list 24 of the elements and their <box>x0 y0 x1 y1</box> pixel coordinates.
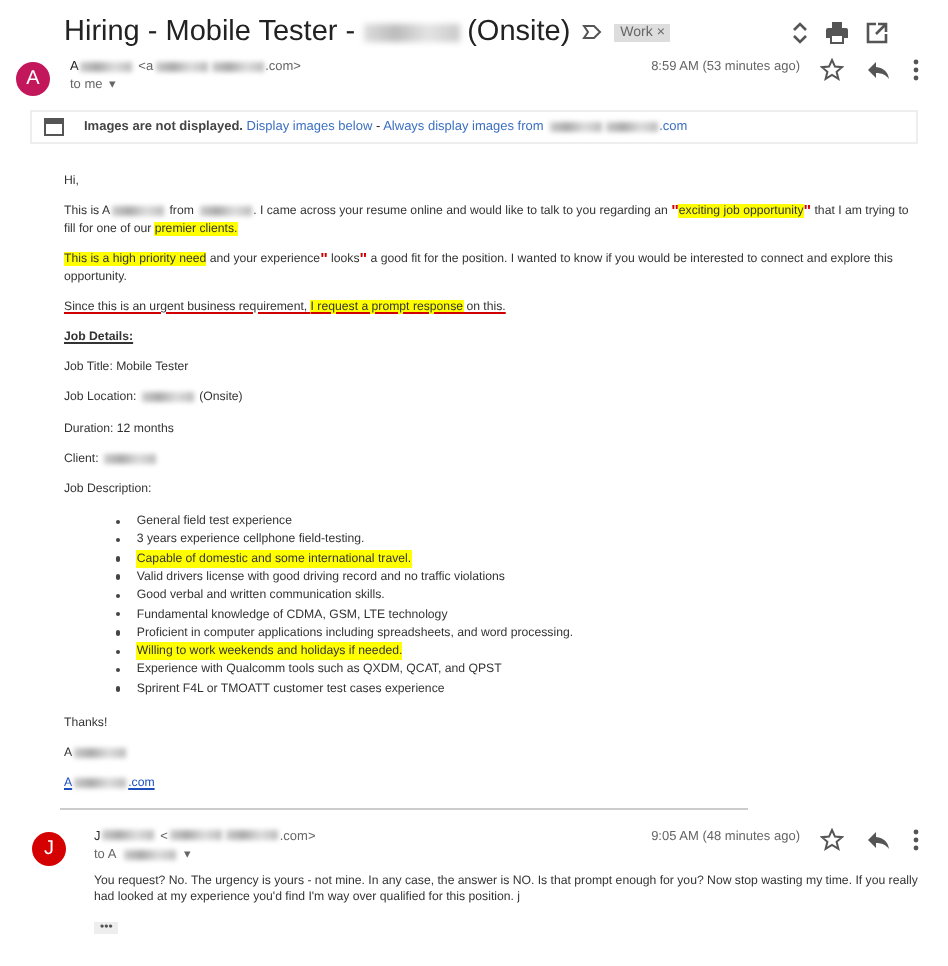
bullet-icon <box>116 630 121 636</box>
avatar: J <box>32 831 66 866</box>
bullet-icon <box>116 556 121 561</box>
bullet-icon <box>116 537 121 543</box>
bullet-icon <box>116 593 121 599</box>
bullet-icon <box>116 574 121 580</box>
bullet-icon <box>116 686 121 692</box>
star-icon[interactable] <box>820 58 844 82</box>
email-subject: Hiring - Mobile Tester - (Onsite) <box>64 16 571 48</box>
label-icon[interactable] <box>582 24 603 40</box>
image-icon <box>44 118 64 136</box>
more-icon[interactable] <box>912 827 920 852</box>
reply-icon[interactable] <box>866 60 890 80</box>
bullet-icon <box>116 667 121 673</box>
avatar: A <box>16 62 50 96</box>
open-in-new-window-icon[interactable] <box>866 21 888 43</box>
bullet-icon <box>116 649 121 654</box>
star-icon[interactable] <box>820 827 844 852</box>
bullet-icon <box>116 519 121 524</box>
more-icon[interactable] <box>912 58 920 82</box>
bullet-icon <box>116 612 121 617</box>
reply-icon[interactable] <box>866 829 890 850</box>
print-icon[interactable] <box>826 21 848 43</box>
expand-icon[interactable] <box>792 21 808 43</box>
